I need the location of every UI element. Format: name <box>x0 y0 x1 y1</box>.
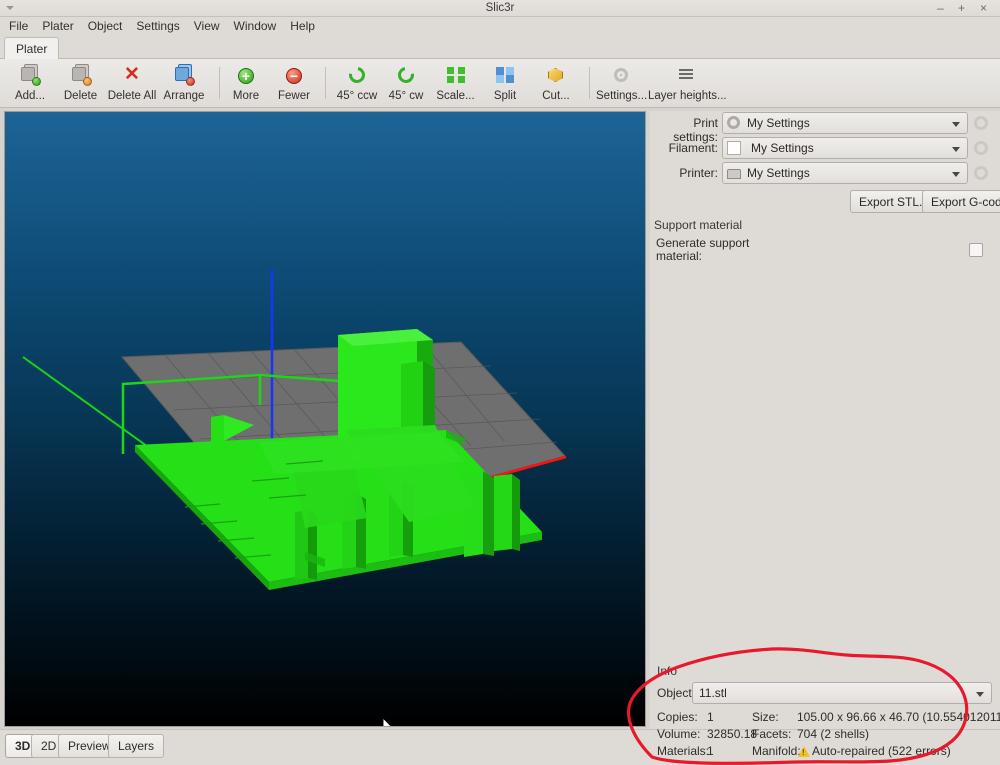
main-toolbar: Add... Delete ✕ Delete All Arrange + <box>0 59 1000 108</box>
toolbar-settings-button[interactable]: Settings... <box>596 61 646 106</box>
size-label: Size: <box>752 710 779 724</box>
printer-label: Printer: <box>650 166 718 180</box>
materials-label: Materials: <box>657 744 709 758</box>
copies-value: 1 <box>707 710 714 724</box>
size-value: 105.00 x 96.66 x 46.70 (10.5540120116671… <box>797 710 1000 724</box>
rotate-ccw-icon <box>332 64 382 88</box>
3d-scene <box>5 112 645 726</box>
support-material-section-title: Support material <box>654 218 742 232</box>
maximize-button[interactable]: + <box>953 0 970 17</box>
object-combo[interactable]: 11.stl <box>692 682 992 704</box>
generate-support-checkbox[interactable] <box>969 243 983 257</box>
printer-edit-gear-icon[interactable] <box>974 166 988 180</box>
filament-edit-gear-icon[interactable] <box>974 141 988 155</box>
toolbar-fewer-button[interactable]: − Fewer <box>272 61 316 106</box>
add-object-icon <box>6 64 54 88</box>
title-bar: Slic3r – + × <box>0 0 1000 17</box>
menu-window[interactable]: Window <box>227 17 284 35</box>
chevron-down-icon <box>952 122 960 127</box>
chevron-down-icon <box>976 692 984 697</box>
materials-value: 1 <box>707 744 714 758</box>
volume-label: Volume: <box>657 727 700 741</box>
gear-icon <box>596 64 646 88</box>
cut-icon <box>536 64 576 88</box>
printer-combo[interactable]: My Settings <box>722 162 968 184</box>
toolbar-rotate-ccw-button[interactable]: 45° ccw <box>332 61 382 106</box>
generate-support-label-line1: Generate support <box>656 236 786 250</box>
manifold-value: Auto-repaired (522 errors) <box>812 744 951 758</box>
3d-viewport[interactable] <box>4 111 646 727</box>
layer-heights-icon <box>648 64 724 88</box>
menu-settings[interactable]: Settings <box>129 17 186 35</box>
menu-help[interactable]: Help <box>283 17 322 35</box>
info-panel: Info Object: 11.stl Copies: 1 Size: 105.… <box>652 664 996 762</box>
menu-object[interactable]: Object <box>81 17 130 35</box>
delete-object-icon <box>56 64 105 88</box>
toolbar-more-button[interactable]: + More <box>226 61 266 106</box>
object-label: Object: <box>657 686 695 700</box>
facets-value: 704 (2 shells) <box>797 727 869 741</box>
toolbar-delete-button[interactable]: Delete <box>56 61 105 106</box>
print-settings-edit-gear-icon[interactable] <box>974 116 988 130</box>
export-gcode-button[interactable]: Export G-code... <box>922 190 1000 213</box>
toolbar-split-button[interactable]: Split <box>484 61 526 106</box>
toolbar-separator-1 <box>219 67 220 99</box>
menu-bar: File Plater Object Settings View Window … <box>0 17 1000 35</box>
filament-label: Filament: <box>650 141 718 155</box>
minimize-button[interactable]: – <box>932 0 949 17</box>
menu-file[interactable]: File <box>2 17 35 35</box>
toolbar-separator-2 <box>325 67 326 99</box>
printer-icon <box>727 169 741 179</box>
close-button[interactable]: × <box>975 0 992 17</box>
filament-swatch-icon <box>727 141 741 155</box>
chevron-down-icon <box>952 147 960 152</box>
toolbar-arrange-button[interactable]: Arrange <box>159 61 209 106</box>
facets-label: Facets: <box>752 727 791 741</box>
notebook-tabbar: Plater <box>0 35 1000 59</box>
more-copies-icon: + <box>226 64 266 88</box>
split-icon <box>484 64 526 88</box>
toolbar-cut-button[interactable]: Cut... <box>536 61 576 106</box>
generate-support-label-line2: material: <box>656 249 786 263</box>
tab-plater[interactable]: Plater <box>4 37 59 60</box>
print-settings-combo[interactable]: My Settings <box>722 112 968 134</box>
info-legend: Info <box>657 664 677 678</box>
right-side-panel: Print settings: My Settings Filament: My… <box>650 111 1000 729</box>
menu-plater[interactable]: Plater <box>35 17 80 35</box>
menu-view[interactable]: View <box>187 17 227 35</box>
view-tab-layers[interactable]: Layers <box>108 734 164 758</box>
manifold-label: Manifold: <box>752 744 801 758</box>
toolbar-scale-button[interactable]: Scale... <box>431 61 480 106</box>
toolbar-add-button[interactable]: Add... <box>6 61 54 106</box>
chevron-down-icon <box>952 172 960 177</box>
fewer-copies-icon: − <box>272 64 316 88</box>
arrange-icon <box>159 64 209 88</box>
gear-icon <box>727 116 740 129</box>
warning-icon <box>798 746 810 757</box>
toolbar-separator-3 <box>589 67 590 99</box>
scale-icon <box>431 64 480 88</box>
toolbar-delete-all-button[interactable]: ✕ Delete All <box>105 61 159 106</box>
window-title: Slic3r <box>0 0 1000 17</box>
delete-all-icon: ✕ <box>105 64 159 88</box>
toolbar-rotate-cw-button[interactable]: 45° cw <box>383 61 429 106</box>
print-settings-label: Print settings: <box>650 116 718 144</box>
filament-combo[interactable]: My Settings <box>722 137 968 159</box>
volume-value: 32850.18 <box>707 727 757 741</box>
toolbar-layer-heights-button[interactable]: Layer heights... <box>648 61 724 106</box>
rotate-cw-icon <box>383 64 429 88</box>
copies-label: Copies: <box>657 710 698 724</box>
